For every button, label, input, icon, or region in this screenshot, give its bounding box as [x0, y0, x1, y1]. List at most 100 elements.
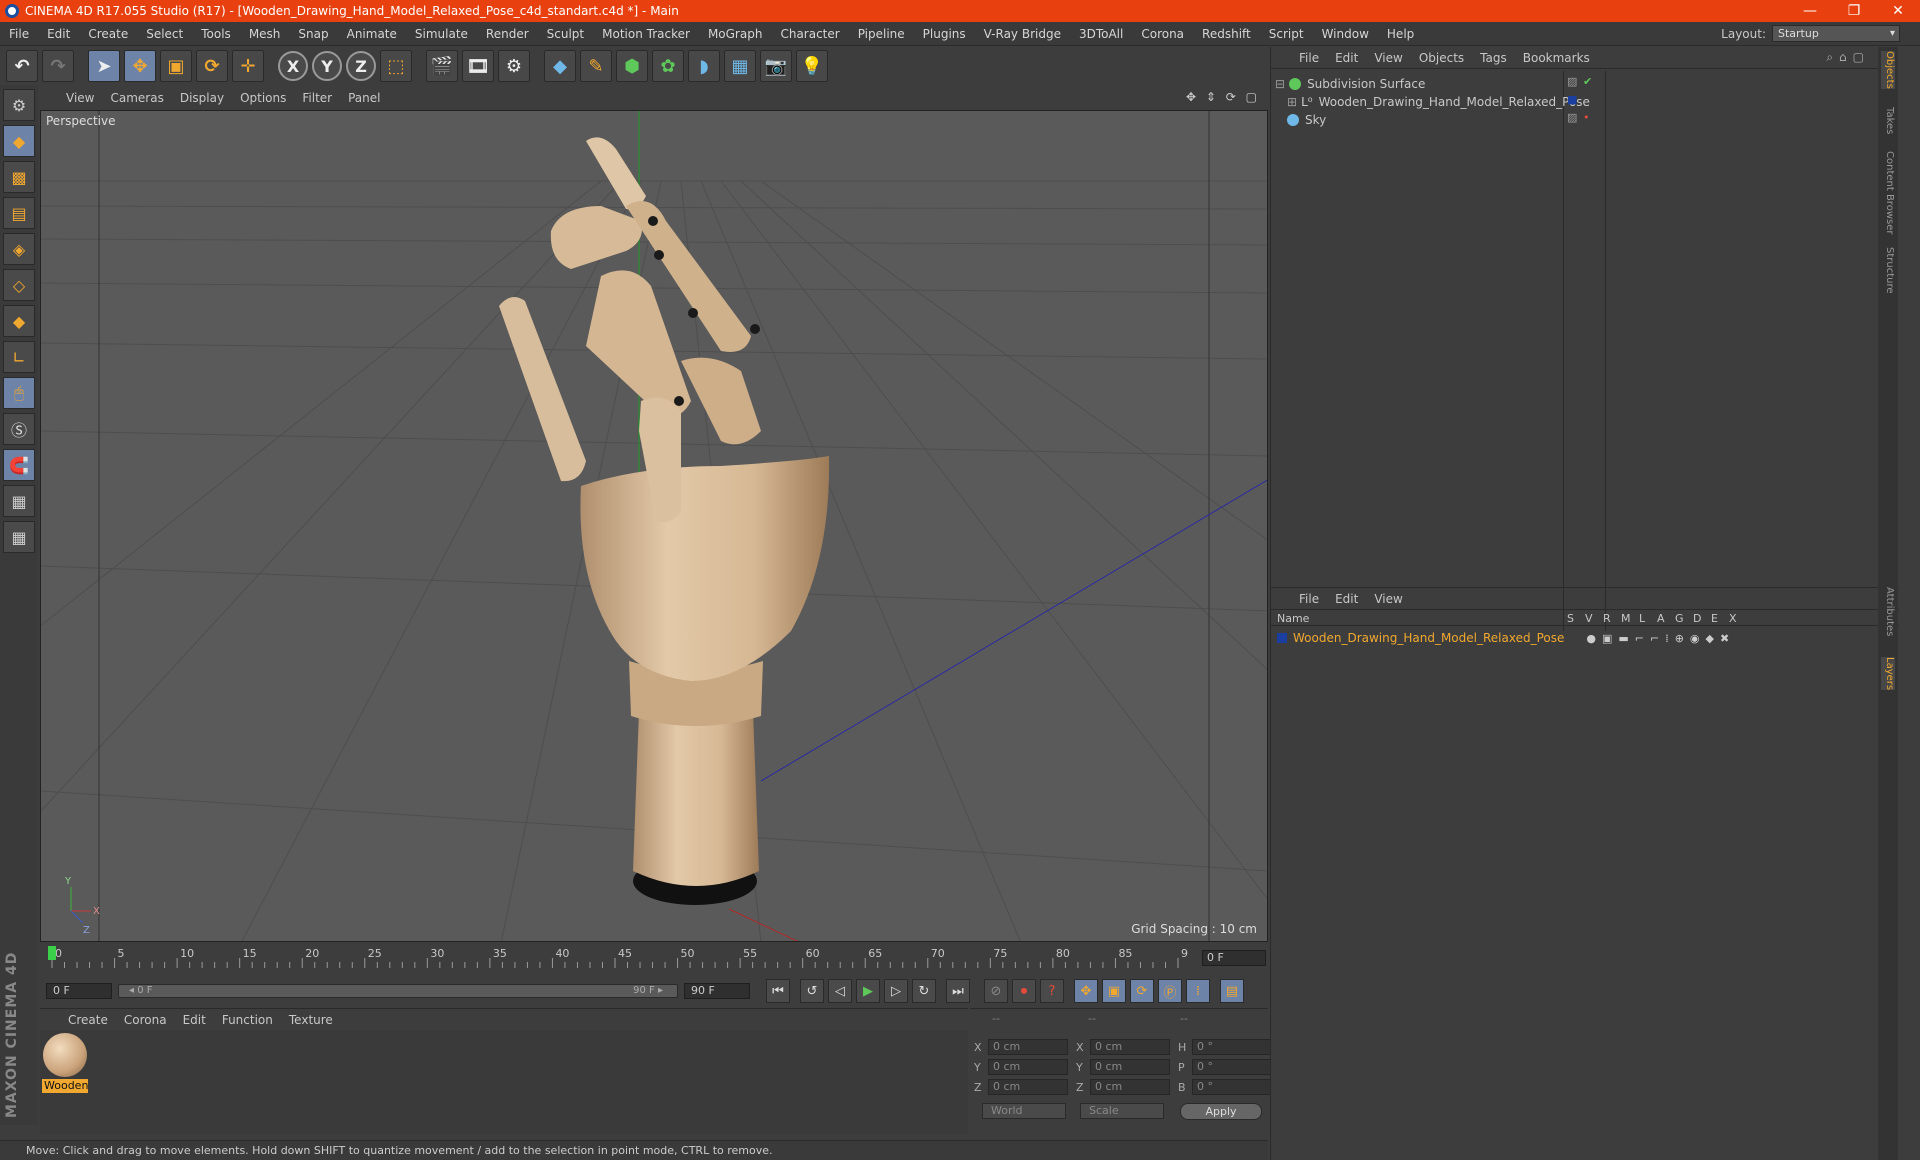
material-menu-texture[interactable]: Texture	[281, 1013, 341, 1027]
live-selection-icon[interactable]: ➤	[88, 50, 120, 82]
move-tool-icon[interactable]: ✥	[124, 50, 156, 82]
menu-redshift[interactable]: Redshift	[1193, 27, 1260, 41]
scale-tool-icon[interactable]: ▣	[160, 50, 192, 82]
play-button[interactable]: ▶	[856, 979, 880, 1003]
menu-3dtoall[interactable]: 3DToAll	[1070, 27, 1132, 41]
current-frame-field[interactable]: 0 F	[1202, 950, 1266, 966]
menu-window[interactable]: Window	[1313, 27, 1378, 41]
coordinate-system-icon[interactable]: ⬚	[380, 50, 412, 82]
end-frame-field[interactable]: 90 F	[684, 983, 750, 999]
layer-color-swatch[interactable]	[1277, 633, 1287, 643]
texture-mode-icon[interactable]: ▩	[3, 161, 35, 193]
subdivision-surface-icon[interactable]: ⬢	[616, 50, 648, 82]
hand-layer-swatch-icon[interactable]: ■	[1567, 93, 1577, 106]
size-z-field[interactable]: 0 cm	[1090, 1079, 1170, 1095]
material-wooden-label[interactable]: Wooden	[42, 1079, 88, 1093]
render-settings-icon[interactable]: ⚙	[498, 50, 530, 82]
menu-help[interactable]: Help	[1378, 27, 1423, 41]
viewport-menu-view[interactable]: View	[58, 91, 102, 105]
deformer-icon[interactable]: ◗	[688, 50, 720, 82]
object-row-sky[interactable]: Sky	[1287, 111, 1326, 129]
next-key-button[interactable]: ↻	[912, 979, 936, 1003]
restore-button[interactable]: ❐	[1832, 3, 1876, 19]
lock-workplane-icon[interactable]: ▦	[3, 485, 35, 517]
material-wooden-preview[interactable]	[43, 1033, 87, 1077]
key-parameter-icon[interactable]: Ⓟ	[1158, 979, 1182, 1003]
viewport-menu-panel[interactable]: Panel	[340, 91, 388, 105]
redo-icon[interactable]: ↷	[42, 50, 74, 82]
key-rotation-icon[interactable]: ⟳	[1130, 979, 1154, 1003]
snapping-icon[interactable]: 🧲	[3, 449, 35, 481]
material-menu-function[interactable]: Function	[214, 1013, 281, 1027]
tab-takes[interactable]: Takes	[1881, 107, 1895, 134]
rotate-tool-icon[interactable]: ⟳	[196, 50, 228, 82]
objects-menu-objects[interactable]: Objects	[1411, 51, 1472, 65]
tab-layers[interactable]: Layers	[1881, 657, 1895, 691]
position-y-field[interactable]: 0 cm	[988, 1059, 1068, 1075]
polygons-mode-icon[interactable]: ◆	[3, 305, 35, 337]
layer-toggle-icons[interactable]: ●▣▬⌐⌐⁞⊕◉◆✖	[1586, 632, 1735, 645]
model-mode-icon[interactable]: ◆	[3, 125, 35, 157]
subdivision-layer-icon[interactable]: ▨	[1567, 75, 1577, 88]
viewport-menu-display[interactable]: Display	[172, 91, 232, 105]
menu-corona[interactable]: Corona	[1132, 27, 1193, 41]
tab-objects[interactable]: Objects	[1881, 51, 1895, 89]
tab-content-browser[interactable]: Content Browser	[1881, 151, 1895, 234]
workplane-mode-icon[interactable]: ▤	[3, 197, 35, 229]
undo-icon[interactable]: ↶	[6, 50, 38, 82]
planar-workplane-icon[interactable]: ▦	[3, 521, 35, 553]
menu-snap[interactable]: Snap	[289, 27, 337, 41]
previous-key-button[interactable]: ↺	[800, 979, 824, 1003]
layers-menu-file[interactable]: File	[1291, 592, 1327, 606]
autokey-icon[interactable]: ?	[1040, 979, 1064, 1003]
objects-menu-edit[interactable]: Edit	[1327, 51, 1366, 65]
menu-select[interactable]: Select	[137, 27, 192, 41]
menu-character[interactable]: Character	[771, 27, 848, 41]
menu-file[interactable]: File	[0, 27, 38, 41]
axis-mode-icon[interactable]: ∟	[3, 341, 35, 373]
position-z-field[interactable]: 0 cm	[988, 1079, 1068, 1095]
objects-menu-tags[interactable]: Tags	[1472, 51, 1515, 65]
previous-frame-button[interactable]: ◁	[828, 979, 852, 1003]
subdivision-enabled-check-icon[interactable]: ✔	[1583, 75, 1592, 88]
size-y-field[interactable]: 0 cm	[1090, 1059, 1170, 1075]
objects-search-home-icons[interactable]: ⌕⌂▢	[1826, 50, 1870, 65]
tab-structure[interactable]: Structure	[1881, 247, 1895, 294]
viewport-menu-cameras[interactable]: Cameras	[102, 91, 171, 105]
size-mode-dropdown[interactable]: Scale	[1080, 1103, 1164, 1119]
object-row-hand-model[interactable]: ⊞ L⁰ Wooden_Drawing_Hand_Model_Relaxed_P…	[1287, 93, 1590, 111]
position-x-field[interactable]: 0 cm	[988, 1039, 1068, 1055]
close-button[interactable]: ✕	[1876, 3, 1920, 19]
go-to-end-button[interactable]: ⏭	[946, 979, 970, 1003]
go-to-start-button[interactable]: ⏮	[766, 979, 790, 1003]
cube-primitive-icon[interactable]: ◆	[544, 50, 576, 82]
minimize-button[interactable]: —	[1788, 3, 1832, 19]
objects-menu-view[interactable]: View	[1366, 51, 1410, 65]
perspective-viewport[interactable]: Y X Z Perspective Grid Spacing : 10 cm	[40, 110, 1268, 942]
cloner-icon[interactable]: ✿	[652, 50, 684, 82]
make-editable-icon[interactable]: ⚙	[3, 89, 35, 121]
playhead-marker[interactable]	[48, 946, 56, 960]
pen-spline-icon[interactable]: ✎	[580, 50, 612, 82]
record-position-icon[interactable]: ⊘	[984, 979, 1008, 1003]
next-frame-button[interactable]: ▷	[884, 979, 908, 1003]
render-picture-viewer-icon[interactable]: 🎞	[462, 50, 494, 82]
coordinate-space-dropdown[interactable]: World	[982, 1103, 1066, 1119]
edges-mode-icon[interactable]: ◇	[3, 269, 35, 301]
tab-attributes[interactable]: Attributes	[1881, 587, 1895, 636]
viewport-menu-filter[interactable]: Filter	[294, 91, 340, 105]
axis-y-lock-button[interactable]: Y	[312, 51, 342, 81]
menu-animate[interactable]: Animate	[338, 27, 406, 41]
menu-motion-tracker[interactable]: Motion Tracker	[593, 27, 699, 41]
floor-scene-icon[interactable]: ▦	[724, 50, 756, 82]
viewport-menu-options[interactable]: Options	[232, 91, 294, 105]
objects-menu-bookmarks[interactable]: Bookmarks	[1515, 51, 1598, 65]
menu-sculpt[interactable]: Sculpt	[538, 27, 593, 41]
preview-range-slider[interactable]: ◂ 0 F 90 F ▸	[118, 984, 678, 998]
menu-plugins[interactable]: Plugins	[914, 27, 975, 41]
transform-tool-icon[interactable]: ✛	[232, 50, 264, 82]
tweak-mode-icon[interactable]: 🖱	[3, 377, 35, 409]
apply-button[interactable]: Apply	[1180, 1103, 1262, 1120]
menu-simulate[interactable]: Simulate	[406, 27, 477, 41]
menu-script[interactable]: Script	[1260, 27, 1313, 41]
